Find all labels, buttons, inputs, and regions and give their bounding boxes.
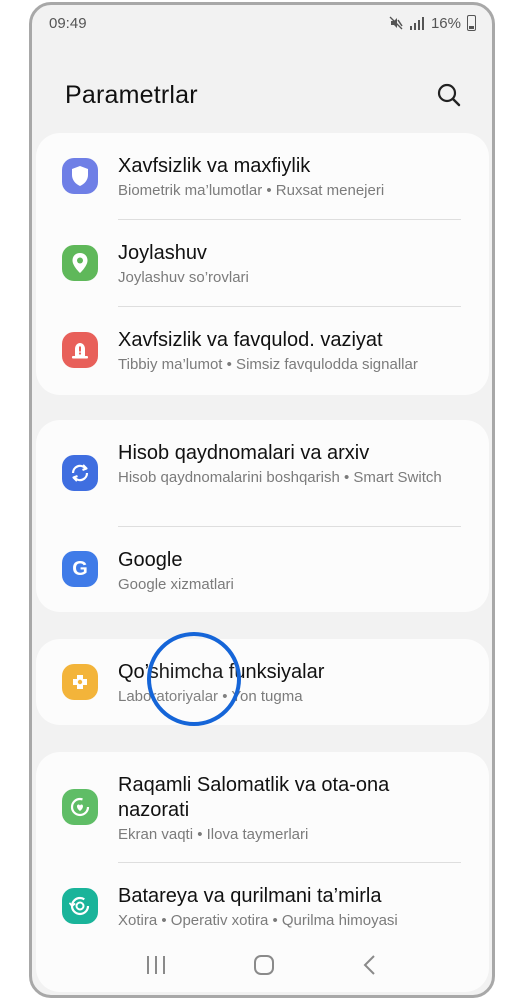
location-pin-icon [62, 245, 98, 281]
settings-group-accounts: Hisob qaydnomalari va arxiv Hisob qaydno… [36, 420, 489, 612]
page-header: Parametrlar [32, 75, 492, 115]
navigation-bar [32, 945, 492, 985]
settings-group-advanced: Qo’shimcha funksiyalar Laboratoriyalar •… [36, 639, 489, 725]
shield-icon [62, 158, 98, 194]
settings-group-privacy: Xavfsizlik va maxfiylik Biometrik ma’lum… [36, 133, 489, 395]
google-icon: G [62, 551, 98, 587]
status-bar: 09:49 16% [32, 5, 492, 41]
setting-item-battery-device-care[interactable]: Batareya va qurilmani ta’mirla Xotira • … [36, 863, 489, 951]
setting-item-advanced-features[interactable]: Qo’shimcha funksiyalar Laboratoriyalar •… [36, 639, 489, 725]
setting-item-security-privacy[interactable]: Xavfsizlik va maxfiylik Biometrik ma’lum… [36, 133, 489, 220]
wellbeing-icon [62, 789, 98, 825]
setting-item-google[interactable]: G Google Google xizmatlari [36, 527, 489, 612]
battery-percent: 16% [430, 14, 461, 32]
home-icon[interactable] [252, 953, 276, 977]
setting-item-emergency[interactable]: Xavfsizlik va favqulod. vaziyat Tibbiy m… [36, 307, 489, 395]
phone-frame: 09:49 16% Parametrlar Xavfsizlik va maxf… [29, 2, 495, 998]
status-time: 09:49 [49, 14, 87, 32]
setting-item-digital-wellbeing[interactable]: Raqamli Salomatlik va ota-ona nazorati E… [36, 752, 489, 863]
recent-apps-icon[interactable] [144, 954, 168, 976]
signal-icon [409, 17, 424, 30]
device-care-icon [62, 888, 98, 924]
tap-indicator-circle [147, 632, 241, 726]
search-icon[interactable] [436, 82, 462, 108]
back-icon[interactable] [360, 953, 380, 977]
setting-item-accounts-backup[interactable]: Hisob qaydnomalari va arxiv Hisob qaydno… [36, 420, 489, 527]
emergency-icon [62, 332, 98, 368]
sync-icon [62, 455, 98, 491]
status-icons: 16% [389, 15, 476, 32]
page-title: Parametrlar [65, 80, 198, 109]
setting-item-location[interactable]: Joylashuv Joylashuv so’rovlari [36, 220, 489, 307]
mute-icon [389, 16, 403, 30]
puzzle-icon [62, 664, 98, 700]
battery-icon [467, 15, 476, 31]
